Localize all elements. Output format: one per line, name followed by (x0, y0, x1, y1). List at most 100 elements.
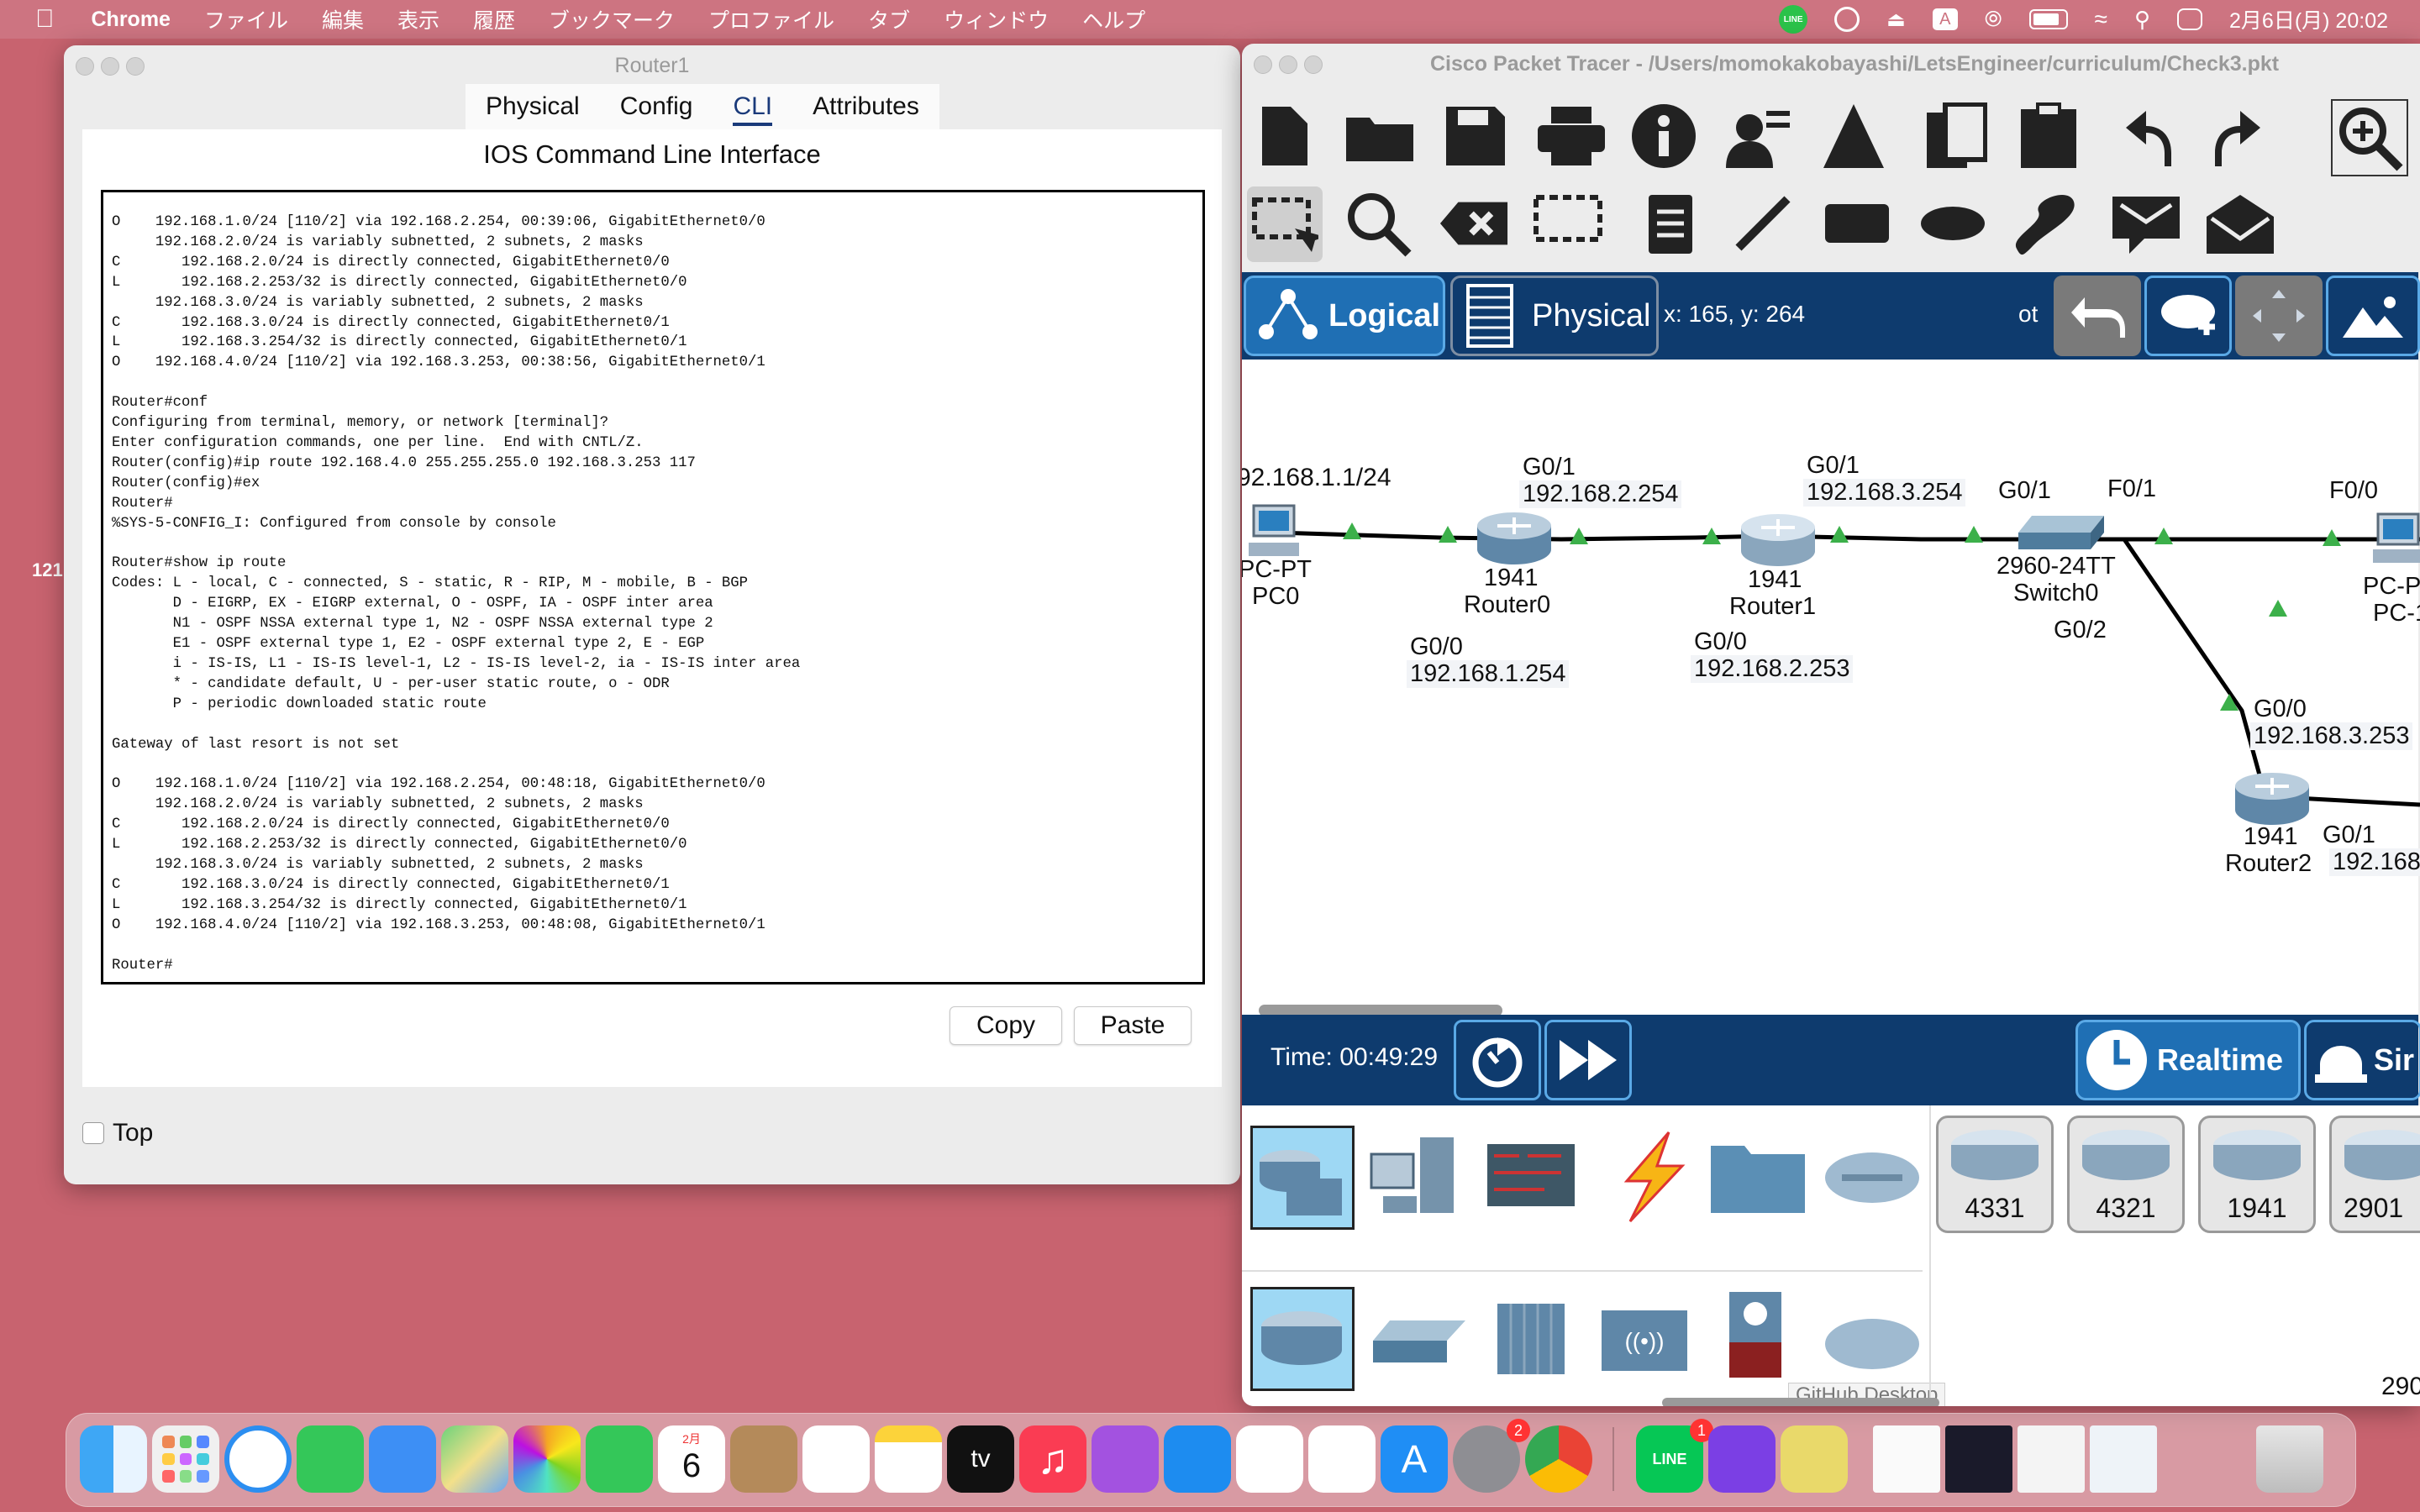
logical-workspace[interactable]: 92.168.1.1/24 PC-PT PC0 1941 Router0 G0/… (1242, 360, 2420, 1032)
facetime-icon[interactable] (586, 1425, 653, 1493)
redo-icon[interactable] (2205, 101, 2275, 171)
hubs-subcategory[interactable] (1489, 1295, 1573, 1383)
top-checkbox[interactable] (82, 1122, 104, 1144)
mail-icon[interactable] (369, 1425, 436, 1493)
apple-menu-icon[interactable]:  (35, 5, 55, 34)
control-center-icon[interactable] (2177, 8, 2203, 30)
realtime-mode-button[interactable]: Realtime (2075, 1020, 2301, 1100)
info-icon[interactable] (1628, 101, 1699, 171)
line-status-icon[interactable]: LINE (1779, 5, 1808, 34)
power-cycle-button[interactable] (1454, 1020, 1541, 1100)
router2-icon[interactable] (2232, 771, 2312, 831)
messages-icon[interactable] (297, 1425, 364, 1493)
router-2901-tile[interactable]: 2901 (2329, 1116, 2420, 1233)
router0-icon[interactable] (1474, 511, 1555, 570)
undo-icon[interactable] (2111, 101, 2181, 171)
airdrop-icon[interactable]: ⦾ (1985, 6, 2002, 33)
select-tool-icon[interactable] (1247, 186, 1323, 262)
line-tool-icon[interactable] (1728, 188, 1798, 259)
open-folder-icon[interactable] (1344, 101, 1415, 171)
podcasts-icon[interactable] (1092, 1425, 1159, 1493)
physical-mode-button[interactable]: Physical (1450, 276, 1659, 356)
activity-wizard-icon[interactable] (1818, 101, 1889, 171)
multiuser-category[interactable] (1822, 1144, 1923, 1214)
notes-icon[interactable] (875, 1425, 942, 1493)
tab-attributes[interactable]: Attributes (792, 84, 939, 131)
components-category[interactable] (1486, 1139, 1578, 1215)
ellipse-tool-icon[interactable] (1918, 188, 1988, 259)
terminal-output[interactable]: O 192.168.1.0/24 [110/2] via 192.168.2.2… (112, 213, 1194, 975)
pt-zoom-button[interactable] (1304, 55, 1323, 74)
move-object-icon[interactable] (2235, 276, 2323, 356)
menu-history[interactable]: 履歴 (473, 4, 515, 34)
note-tool-icon[interactable] (1635, 188, 1706, 259)
menu-profiles[interactable]: プロファイル (708, 4, 834, 34)
router-4321-tile[interactable]: 4321 (2067, 1116, 2185, 1233)
routers-subcategory[interactable] (1250, 1287, 1355, 1391)
simulation-mode-button[interactable]: Sir (2304, 1020, 2420, 1100)
keynote-icon[interactable] (1164, 1425, 1231, 1493)
tab-config[interactable]: Config (600, 84, 713, 131)
photos-icon[interactable] (513, 1425, 581, 1493)
freeform-tool-icon[interactable] (2008, 188, 2079, 259)
window-thumbnail-3[interactable] (2018, 1425, 2085, 1493)
zoom-in-icon[interactable] (2331, 99, 2408, 176)
user-profile-icon[interactable] (1723, 101, 1793, 171)
reminders-icon[interactable] (802, 1425, 870, 1493)
add-pdu-icon[interactable] (2111, 188, 2181, 259)
chrome-icon[interactable] (1525, 1425, 1592, 1493)
router-1941-tile[interactable]: 1941 (2198, 1116, 2316, 1233)
fast-forward-button[interactable] (1544, 1020, 1632, 1100)
app-store-icon[interactable]: A (1381, 1425, 1448, 1493)
window-thumbnail-1[interactable] (1873, 1425, 1940, 1493)
apple-tv-icon[interactable]: tv (947, 1425, 1014, 1493)
menu-bookmarks[interactable]: ブックマーク (549, 4, 675, 34)
finder-icon[interactable] (80, 1425, 147, 1493)
paste-icon[interactable] (2013, 101, 2084, 171)
github-desktop-icon[interactable] (1708, 1425, 1776, 1493)
end-devices-category[interactable] (1366, 1129, 1464, 1231)
menu-clock[interactable]: 2月6日(月) 20:02 (2229, 4, 2388, 34)
contacts-icon[interactable] (730, 1425, 797, 1493)
wireless-subcategory[interactable]: ((•)) (1598, 1307, 1691, 1378)
switches-subcategory[interactable] (1370, 1315, 1467, 1373)
battery-icon[interactable] (2028, 9, 2068, 29)
safari-icon[interactable] (224, 1425, 292, 1493)
paste-button[interactable]: Paste (1074, 1006, 1192, 1045)
maps-icon[interactable] (441, 1425, 508, 1493)
wan-emulation-subcategory[interactable] (1822, 1307, 1923, 1378)
spotlight-search-icon[interactable]: ⚲ (2134, 7, 2150, 33)
pt-minimize-button[interactable] (1279, 55, 1297, 74)
copy-icon[interactable] (1921, 101, 1991, 171)
save-icon[interactable] (1440, 101, 1511, 171)
wifi-icon[interactable]: ≈ (2095, 6, 2107, 33)
launchpad-icon[interactable] (152, 1425, 219, 1493)
menu-window[interactable]: ウィンドウ (944, 4, 1049, 34)
sync-status-icon[interactable] (1834, 7, 1860, 32)
calendar-icon[interactable]: 2月 6 (658, 1425, 725, 1493)
print-icon[interactable] (1536, 101, 1607, 171)
tab-cli[interactable]: CLI (713, 84, 792, 131)
packet-tracer-icon[interactable] (1781, 1425, 1848, 1493)
router-4331-tile[interactable]: 4331 (1936, 1116, 2054, 1233)
input-mode-icon[interactable]: A (1932, 8, 1958, 30)
menu-tab[interactable]: タブ (868, 4, 910, 34)
new-cluster-icon[interactable] (2144, 276, 2232, 356)
menu-help[interactable]: ヘルプ (1082, 4, 1145, 34)
complex-pdu-icon[interactable] (2205, 188, 2275, 259)
pt-close-button[interactable] (1254, 55, 1272, 74)
cli-terminal[interactable]: O 192.168.1.0/24 [110/2] via 192.168.2.2… (101, 190, 1205, 984)
miscellaneous-category[interactable] (1709, 1139, 1807, 1221)
back-navigation-icon[interactable] (2054, 276, 2141, 356)
security-subcategory[interactable] (1726, 1289, 1785, 1385)
pc1-icon[interactable] (2373, 512, 2420, 570)
new-file-icon[interactable] (1249, 101, 1319, 171)
tab-physical[interactable]: Physical (466, 84, 600, 131)
eject-icon[interactable]: ⏏ (1886, 8, 1906, 32)
rectangle-tool-icon[interactable] (1822, 188, 1892, 259)
router1-icon[interactable] (1738, 512, 1818, 572)
set-background-icon[interactable] (2326, 276, 2420, 356)
pages-icon[interactable] (1308, 1425, 1376, 1493)
window-thumbnail-2[interactable] (1945, 1425, 2012, 1493)
inspect-tool-icon[interactable] (1343, 188, 1413, 259)
